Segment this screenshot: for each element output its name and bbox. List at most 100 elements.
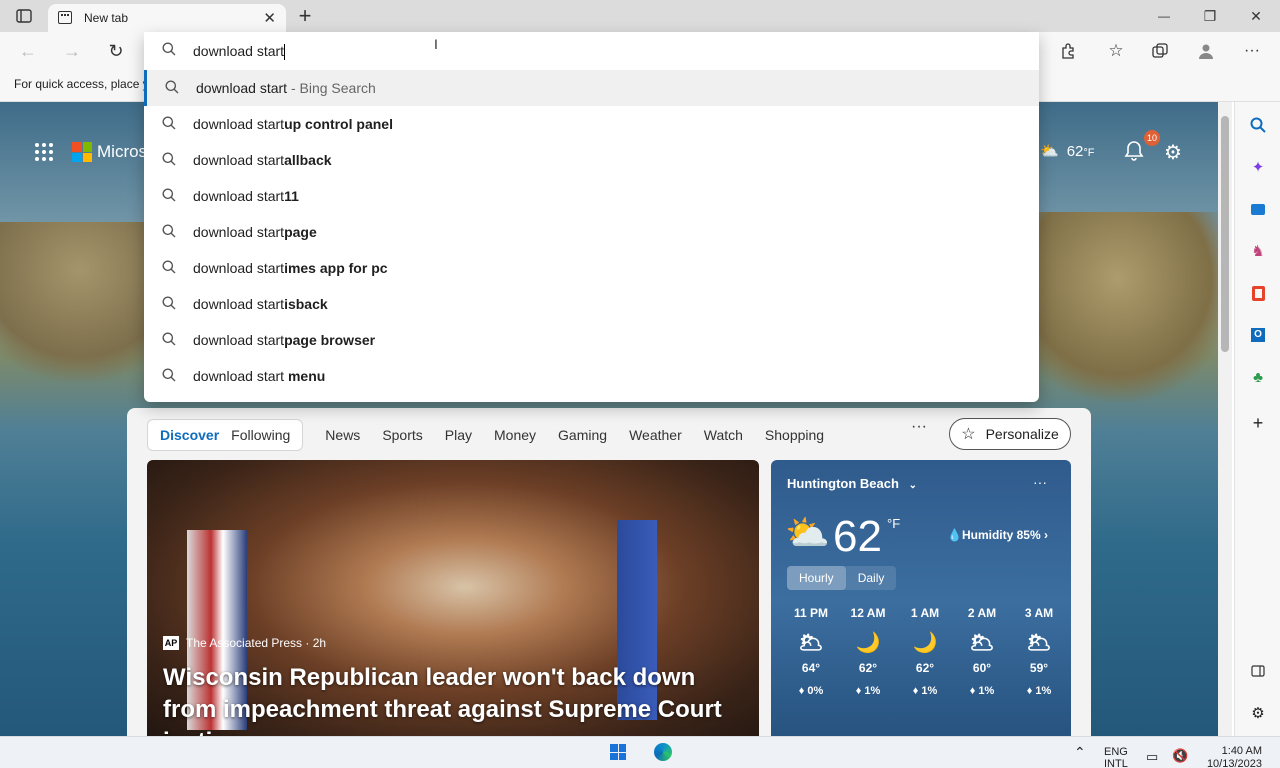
search-icon — [162, 224, 176, 241]
maximize-button[interactable]: ❐ — [1198, 6, 1222, 26]
tab-following[interactable]: Following — [225, 427, 296, 443]
search-suggestion[interactable]: download startisback — [144, 286, 1039, 322]
suggestion-text: download startallback — [193, 152, 332, 168]
ntp-weather-temp: 62 — [1066, 142, 1084, 160]
search-suggestion[interactable]: download start11 — [144, 178, 1039, 214]
feed-nav: Discover Following News Sports Play Mone… — [147, 418, 824, 452]
partly-cloudy-night-icon: ⛅ — [1040, 143, 1059, 160]
microsoft-logo-text: Micros — [97, 142, 148, 161]
hourly-forecast: 11 PM 🌥 64° ♦ 0% 12 AM 🌙 62° ♦ 1% 1 AM 🌙 62° ♦ 1%… — [785, 606, 1065, 707]
close-window-button[interactable]: ✕ — [1244, 6, 1268, 26]
tray-chevron-up-icon[interactable]: ⌃ — [1074, 744, 1086, 761]
notifications-bell-icon[interactable] — [1124, 140, 1144, 167]
extensions-icon[interactable] — [1058, 41, 1078, 61]
droplet-icon: 💧 — [947, 528, 962, 542]
tab-actions-icon[interactable] — [14, 7, 34, 25]
refresh-icon[interactable]: ↻ — [106, 41, 126, 61]
favorites-icon[interactable]: ☆ — [1106, 41, 1126, 61]
network-icon[interactable]: ▭ — [1146, 749, 1158, 765]
games-icon[interactable]: ♞ — [1247, 240, 1269, 262]
background-hill-left — [0, 222, 160, 382]
volume-muted-icon[interactable]: 🔇 — [1172, 748, 1188, 764]
weather-card[interactable]: Huntington Beach ⌄ ··· ⛅ 62 °F 💧Humidity… — [771, 460, 1071, 736]
star-edit-icon: ☆ — [961, 426, 976, 443]
nav-shopping[interactable]: Shopping — [765, 427, 824, 443]
clock[interactable]: 1:40 AM 10/13/2023 — [1198, 745, 1262, 768]
search-suggestion[interactable]: download startup control panel — [144, 106, 1039, 142]
search-icon — [162, 152, 176, 169]
new-tab-button[interactable]: + — [294, 3, 316, 29]
add-icon[interactable]: + — [1247, 412, 1269, 434]
suggestion-text: download startisback — [193, 296, 328, 312]
nav-news[interactable]: News — [325, 427, 360, 443]
search-suggestion[interactable]: download start - Bing Search — [144, 70, 1039, 106]
back-icon[interactable]: ← — [18, 41, 38, 61]
address-bar-query[interactable]: download start — [193, 43, 284, 59]
outlook-icon[interactable]: O — [1247, 324, 1269, 346]
office-icon[interactable] — [1247, 282, 1269, 304]
address-bar-dropdown: download start download start - Bing Sea… — [144, 32, 1039, 402]
settings-more-icon[interactable]: ··· — [1242, 41, 1262, 61]
sidebar-hide-icon[interactable] — [1247, 660, 1269, 682]
hero-news-card[interactable]: AP The Associated Press · 2h Wisconsin R… — [147, 460, 759, 736]
nav-sports[interactable]: Sports — [382, 427, 422, 443]
page-scrollbar[interactable] — [1218, 102, 1232, 736]
edge-taskbar-icon[interactable] — [654, 743, 672, 761]
profile-icon[interactable] — [1196, 41, 1216, 61]
search-suggestion[interactable]: download startpage browser — [144, 322, 1039, 358]
scrollbar-thumb[interactable] — [1221, 116, 1229, 352]
feed-primary-tabs: Discover Following — [147, 419, 304, 451]
nav-play[interactable]: Play — [445, 427, 472, 443]
search-suggestion[interactable]: download start menu — [144, 358, 1039, 394]
search-icon — [162, 332, 176, 349]
feed-more-icon[interactable]: ··· — [911, 418, 927, 436]
page-settings-gear-icon[interactable]: ⚙ — [1164, 140, 1182, 165]
address-bar-input[interactable]: download start — [144, 32, 1039, 70]
nav-gaming[interactable]: Gaming — [558, 427, 607, 443]
copilot-sparkle-icon[interactable]: ✦ — [1247, 156, 1269, 178]
sidebar-settings-gear-icon[interactable]: ⚙ — [1247, 702, 1269, 724]
partly-cloudy-night-icon: 🌥 — [1026, 632, 1052, 654]
news-headline[interactable]: Wisconsin Republican leader won't back d… — [163, 662, 743, 736]
language-indicator[interactable]: ENG INTL — [1104, 746, 1128, 768]
tab-hourly[interactable]: Hourly — [787, 566, 846, 590]
new-tab-icon — [58, 11, 72, 24]
close-tab-icon[interactable]: ✕ — [263, 9, 276, 27]
tree-icon[interactable]: ♣ — [1247, 366, 1269, 388]
tab-discover[interactable]: Discover — [154, 427, 225, 443]
windows-start-icon[interactable] — [610, 744, 626, 760]
humidity-readout[interactable]: 💧Humidity 85% › — [947, 528, 1048, 542]
tab-bar: New tab ✕ + — ❐ ✕ — [0, 0, 1280, 32]
suggestion-text: download startpage — [193, 224, 317, 240]
search-suggestion[interactable]: download startallback — [144, 142, 1039, 178]
tab-title: New tab — [84, 11, 129, 25]
minimize-button[interactable]: — — [1152, 6, 1176, 26]
news-feed-panel: Discover Following News Sports Play Mone… — [127, 408, 1091, 736]
personalize-button[interactable]: ☆ Personalize — [949, 418, 1071, 450]
search-icon[interactable] — [1247, 114, 1269, 136]
weather-location[interactable]: Huntington Beach ⌄ — [787, 476, 917, 491]
text-cursor-icon: I — [434, 36, 438, 52]
suggestion-text: download startup control panel — [193, 116, 393, 132]
app-launcher-icon[interactable] — [34, 142, 54, 167]
forecast-hour: 1 AM 🌙 62° ♦ 1% — [899, 606, 951, 707]
tab-new-tab[interactable]: New tab ✕ — [48, 4, 286, 32]
search-icon — [162, 188, 176, 205]
search-suggestion[interactable]: download startimes app for pc — [144, 250, 1039, 286]
search-suggestion[interactable]: download startpage — [144, 214, 1039, 250]
nav-watch[interactable]: Watch — [704, 427, 743, 443]
nav-weather[interactable]: Weather — [629, 427, 682, 443]
tab-daily[interactable]: Daily — [846, 566, 897, 590]
forecast-hour: 2 AM 🌥 60° ♦ 1% — [956, 606, 1008, 707]
suggestion-text: download startimes app for pc — [193, 260, 388, 276]
news-source: AP The Associated Press · 2h — [163, 636, 326, 650]
forward-icon[interactable]: → — [62, 41, 82, 61]
ap-logo-icon: AP — [163, 636, 179, 650]
nav-money[interactable]: Money — [494, 427, 536, 443]
collections-icon[interactable] — [1150, 41, 1170, 61]
microsoft-logo[interactable]: Micros — [72, 142, 147, 162]
forecast-hour: 12 AM 🌙 62° ♦ 1% — [842, 606, 894, 707]
shopping-icon[interactable] — [1247, 198, 1269, 220]
ntp-weather-widget[interactable]: ⛅ 62°F — [1040, 142, 1095, 161]
weather-more-icon[interactable]: ··· — [1033, 474, 1047, 490]
